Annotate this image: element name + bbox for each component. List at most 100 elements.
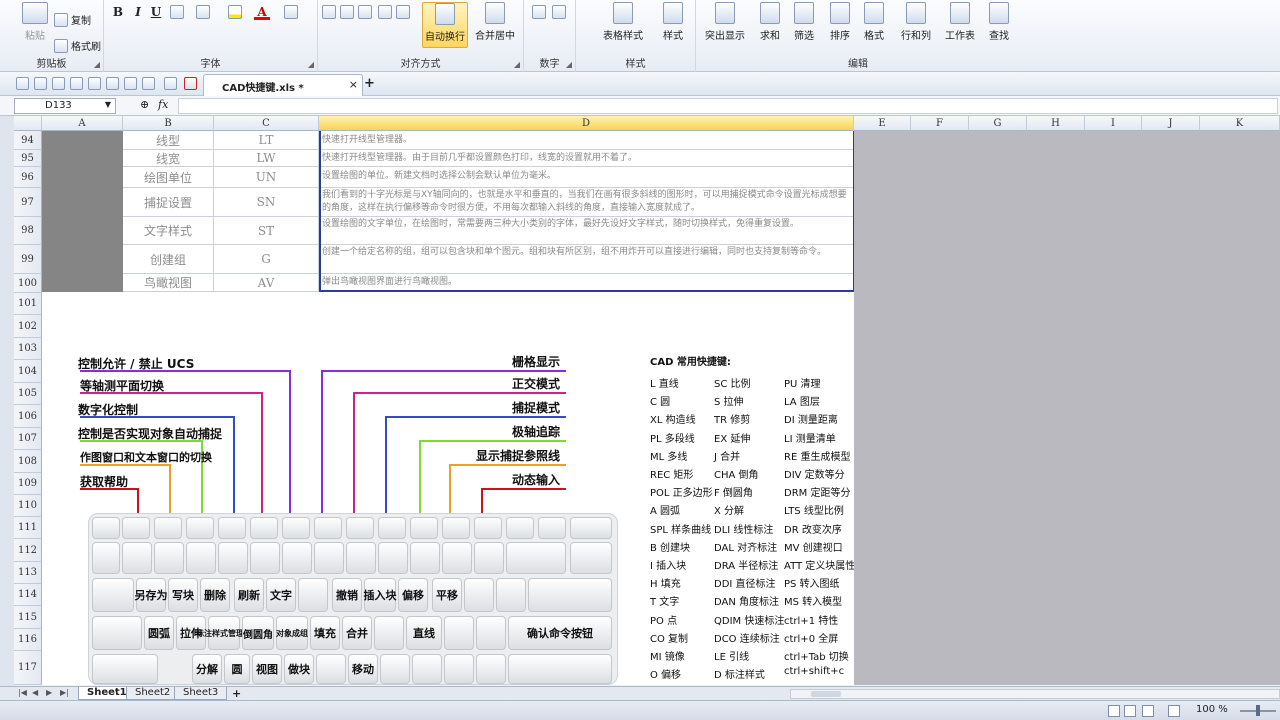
table-cell-command[interactable]: 文字样式 — [123, 217, 214, 245]
table-cell-description[interactable]: 快速打开线型管理器。 — [319, 131, 854, 150]
page-layout-icon[interactable] — [1124, 705, 1136, 717]
row-header[interactable]: 102 — [14, 315, 42, 338]
row-header[interactable]: 96 — [14, 167, 42, 188]
highlight-duplicates-button[interactable]: 突出显示 — [704, 2, 746, 42]
save-icon[interactable] — [34, 77, 47, 90]
normal-view-icon[interactable] — [1108, 705, 1120, 717]
redo-icon[interactable] — [142, 77, 155, 90]
page-break-icon[interactable] — [1142, 705, 1154, 717]
indent-decrease-icon[interactable] — [378, 5, 392, 19]
table-cell-key[interactable]: UN — [214, 167, 319, 188]
open-icon[interactable] — [16, 77, 29, 90]
customize-icon[interactable] — [164, 77, 177, 90]
table-cell-key[interactable]: LT — [214, 131, 319, 150]
rows-cols-button[interactable]: 行和列 — [900, 2, 932, 42]
table-cell-command[interactable]: 线宽 — [123, 150, 214, 167]
table-cell-key[interactable]: ST — [214, 217, 319, 245]
column-header-a[interactable]: A — [42, 116, 123, 131]
dialog-launcher-icon[interactable]: ◢ — [308, 60, 314, 69]
row-header[interactable]: 100 — [14, 274, 42, 293]
horizontal-scrollbar[interactable] — [790, 689, 1280, 699]
table-cell-command[interactable]: 创建组 — [123, 245, 214, 274]
row-header[interactable]: 101 — [14, 293, 42, 315]
row-header[interactable]: 97 — [14, 188, 42, 217]
row-header[interactable]: 95 — [14, 150, 42, 167]
wrap-text-button[interactable]: 自动换行 — [422, 2, 468, 48]
new-tab-button[interactable]: + — [364, 76, 375, 91]
table-cell-command[interactable]: 捕捉设置 — [123, 188, 214, 217]
last-sheet-icon[interactable]: ▶| — [60, 688, 69, 697]
row-header[interactable]: 117 — [14, 651, 42, 685]
column-header-h[interactable]: H — [1027, 116, 1085, 131]
table-cell-command[interactable]: 鸟瞰视图 — [123, 274, 214, 292]
column-header-c[interactable]: C — [214, 116, 319, 131]
document-tab[interactable]: CAD快捷键.xls * × — [203, 74, 363, 96]
align-left-icon[interactable] — [322, 5, 336, 19]
column-header-b[interactable]: B — [123, 116, 214, 131]
sheet-area[interactable]: 线型 LT 快速打开线型管理器。 线宽 LW 快速打开线型管理器。由于目前几乎都… — [42, 131, 854, 685]
merge-center-button[interactable]: 合并居中 — [472, 2, 518, 42]
chevron-down-icon[interactable]: ▼ — [105, 100, 111, 109]
dialog-launcher-icon[interactable]: ◢ — [566, 60, 572, 69]
find-button[interactable]: 查找 — [986, 2, 1012, 42]
row-header[interactable]: 104 — [14, 360, 42, 383]
undo-icon[interactable] — [124, 77, 137, 90]
keyboard-shortcut-image[interactable]: 控制允许 / 禁止 UCS 等轴测平面切换 数字化控制 控制是否实现对象自动捕捉… — [72, 349, 854, 685]
row-header[interactable]: 103 — [14, 338, 42, 360]
column-header-d[interactable]: D — [319, 116, 854, 131]
row-header[interactable]: 99 — [14, 245, 42, 274]
font-color-button[interactable]: A — [254, 4, 270, 20]
prev-sheet-icon[interactable]: ◀ — [32, 688, 38, 697]
sort-button[interactable]: 排序 — [828, 2, 852, 42]
close-tab-icon[interactable]: × — [349, 78, 358, 91]
increase-decimal-icon[interactable] — [532, 5, 546, 19]
scrollbar-thumb[interactable] — [811, 691, 841, 697]
italic-button[interactable]: I — [130, 4, 146, 20]
first-sheet-icon[interactable]: |◀ — [18, 688, 27, 697]
indent-increase-icon[interactable] — [396, 5, 410, 19]
select-all-corner[interactable] — [14, 116, 42, 131]
row-header[interactable]: 98 — [14, 217, 42, 245]
row-header[interactable]: 112 — [14, 539, 42, 562]
export-pdf-icon[interactable] — [52, 77, 65, 90]
zoom-slider-knob[interactable] — [1256, 705, 1260, 716]
fx-button[interactable]: fx — [158, 98, 168, 111]
filter-button[interactable]: 筛选 — [792, 2, 816, 42]
name-box[interactable]: D133 ▼ — [14, 98, 116, 114]
print-icon[interactable] — [70, 77, 83, 90]
align-right-icon[interactable] — [358, 5, 372, 19]
row-header[interactable]: 106 — [14, 405, 42, 428]
table-style-button[interactable]: 表格样式 — [598, 2, 648, 42]
table-cell-command[interactable]: 绘图单位 — [123, 167, 214, 188]
spell-check-icon[interactable] — [106, 77, 119, 90]
table-cell-description[interactable]: 设置绘图的文字单位，在绘图时，常需要两三种大小类别的字体，最好先设好文字样式，随… — [319, 217, 854, 245]
paste-button[interactable]: 粘贴 — [20, 2, 50, 42]
row-header[interactable]: 107 — [14, 428, 42, 450]
row-header[interactable]: 115 — [14, 606, 42, 629]
table-cell-description[interactable]: 快速打开线型管理器。由于目前几乎都设置颜色打印，线宽的设置就用不着了。 — [319, 150, 854, 167]
column-header-e[interactable]: E — [854, 116, 911, 131]
bold-button[interactable]: B — [110, 4, 126, 20]
table-cell-key[interactable]: G — [214, 245, 319, 274]
row-header[interactable]: 105 — [14, 383, 42, 405]
row-header[interactable]: 114 — [14, 584, 42, 606]
row-header[interactable]: 116 — [14, 629, 42, 651]
row-header[interactable]: 111 — [14, 517, 42, 539]
formula-input[interactable] — [178, 98, 1278, 114]
table-cell-description[interactable]: 设置绘图的单位。新建文档时选择公制会默认单位为毫米。 — [319, 167, 854, 188]
table-cell-key[interactable]: SN — [214, 188, 319, 217]
row-header[interactable]: 109 — [14, 473, 42, 495]
table-cell-key[interactable]: LW — [214, 150, 319, 167]
next-sheet-icon[interactable]: ▶ — [46, 688, 52, 697]
column-header-i[interactable]: I — [1085, 116, 1142, 131]
cell-shade-icon[interactable] — [196, 5, 210, 19]
dialog-launcher-icon[interactable]: ◢ — [94, 60, 100, 69]
border-icon[interactable] — [170, 5, 184, 19]
table-cell-command[interactable]: 线型 — [123, 131, 214, 150]
column-header-g[interactable]: G — [969, 116, 1027, 131]
row-header[interactable]: 108 — [14, 450, 42, 473]
zoom-search-icon[interactable]: ⊕ — [140, 98, 149, 111]
sum-button[interactable]: 求和 — [758, 2, 782, 42]
sheet-tab-sheet2[interactable]: Sheet2 — [126, 687, 180, 700]
column-header-k[interactable]: K — [1200, 116, 1280, 131]
